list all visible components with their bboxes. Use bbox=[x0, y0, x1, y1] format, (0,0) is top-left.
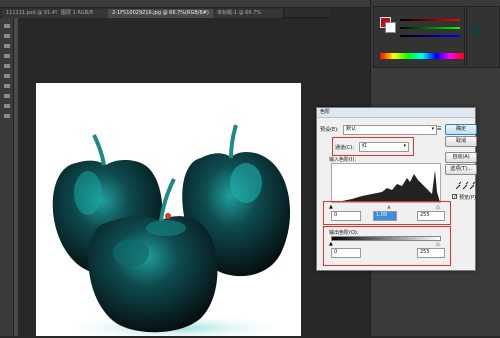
preset-select[interactable]: 默认 ▾ bbox=[343, 125, 437, 135]
tools-panel bbox=[0, 18, 14, 336]
cancel-button[interactable]: 取消 bbox=[445, 136, 477, 147]
preview-label: 预览(P) bbox=[459, 195, 476, 201]
brush-tool-icon bbox=[4, 84, 10, 88]
apples-image bbox=[52, 124, 296, 336]
crop-tool-icon bbox=[4, 64, 10, 68]
channel-highlight-box bbox=[332, 137, 414, 156]
black-eyedropper-icon bbox=[455, 181, 462, 190]
gray-eyedropper-icon bbox=[462, 181, 469, 190]
stamp-tool-icon bbox=[4, 94, 10, 98]
document-tab-bar: 111111.psd @ 91.4% 图层 1 RGB/8 2-1F510029… bbox=[0, 8, 330, 18]
input-levels-highlight-box bbox=[323, 201, 451, 225]
eraser-tool-icon bbox=[4, 104, 10, 108]
eyedropper-tools bbox=[455, 181, 475, 190]
output-levels-highlight-box bbox=[323, 226, 451, 266]
doc-tab-3[interactable]: 2-1F510029216.jpg @ 66.7%(RGB/8#)× bbox=[108, 9, 221, 18]
green-slider[interactable] bbox=[400, 27, 460, 29]
background-swatch[interactable] bbox=[385, 22, 396, 33]
histogram bbox=[331, 163, 441, 203]
options-button[interactable]: 选项(T)... bbox=[445, 164, 477, 175]
histogram-graph bbox=[332, 170, 440, 202]
history-panel bbox=[466, 6, 500, 68]
input-levels-label: 输入色阶(I): bbox=[329, 157, 357, 163]
color-ramp[interactable] bbox=[380, 53, 464, 59]
color-panel bbox=[373, 6, 465, 68]
eyedropper-tool-icon bbox=[4, 74, 10, 78]
blue-slider[interactable] bbox=[400, 35, 460, 37]
doc-tab-4[interactable]: 未标题-1 @ 66.7% bbox=[213, 9, 284, 18]
levels-dialog: 色阶 预设(E): 默认 ▾ ☰ 通道(C): 红 ▾ 输入色阶(I): ▲ ▲ ▲… bbox=[316, 107, 477, 271]
tool-icons[interactable] bbox=[0, 18, 14, 336]
white-eyedropper-icon bbox=[469, 181, 475, 190]
preset-label: 预设(E): bbox=[320, 127, 339, 133]
red-slider[interactable] bbox=[400, 19, 460, 21]
doc-tab-1[interactable]: 111111.psd @ 91.4% bbox=[2, 9, 65, 18]
document-canvas[interactable] bbox=[36, 83, 301, 336]
move-tool-icon bbox=[4, 24, 10, 28]
wand-tool-icon bbox=[4, 54, 10, 58]
gradient-tool-icon bbox=[4, 114, 10, 118]
preset-options-icon[interactable]: ☰ bbox=[437, 126, 441, 132]
ok-button[interactable]: 确定 bbox=[445, 124, 477, 135]
dialog-title: 色阶 bbox=[317, 108, 475, 118]
auto-button[interactable]: 自动(A) bbox=[445, 152, 477, 163]
lasso-tool-icon bbox=[4, 44, 10, 48]
history-thumbnail[interactable] bbox=[470, 25, 480, 35]
preview-checkbox[interactable]: ✓ bbox=[452, 194, 457, 200]
chevron-down-icon: ▾ bbox=[431, 126, 434, 132]
marquee-tool-icon bbox=[4, 34, 10, 38]
